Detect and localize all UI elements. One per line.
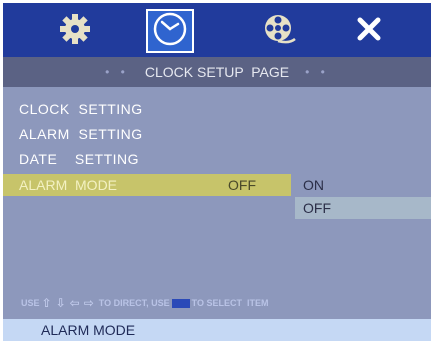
navigation-hint: USE ⇧ ⇩ ⇦ ⇨ TO DIRECT, USE TO SELECT ITE… xyxy=(3,293,431,313)
arrow-up-icon: ⇧ xyxy=(41,296,52,310)
icon-tab-bar xyxy=(3,3,431,57)
header-dots-left: • • xyxy=(105,65,129,79)
arrow-down-icon: ⇩ xyxy=(55,296,66,310)
menu-item-clock-setting[interactable]: CLOCK SETTING xyxy=(19,101,143,117)
arrow-right-icon: ⇨ xyxy=(83,296,94,310)
alarm-mode-value: OFF xyxy=(228,177,256,193)
header-dots-right: • • xyxy=(305,65,329,79)
option-on[interactable]: ON xyxy=(295,174,431,196)
tab-general-setup[interactable] xyxy=(51,9,99,53)
arrow-left-icon: ⇦ xyxy=(69,296,80,310)
hint-prefix: USE xyxy=(21,298,40,308)
clock-icon xyxy=(151,10,189,53)
film-reel-icon xyxy=(261,11,297,52)
page-title: CLOCK SETUP PAGE xyxy=(144,64,290,80)
alarm-mode-label: ALARM MODE xyxy=(19,177,118,193)
hint-middle: TO DIRECT, USE xyxy=(98,298,170,308)
status-text: ALARM MODE xyxy=(41,322,136,338)
enter-key-icon xyxy=(171,298,190,308)
gear-icon xyxy=(58,12,92,51)
menu-item-date-setting[interactable]: DATE SETTING xyxy=(19,151,139,167)
tab-exit[interactable] xyxy=(345,9,393,53)
menu-item-alarm-setting[interactable]: ALARM SETTING xyxy=(19,126,143,142)
status-bar: ALARM MODE xyxy=(3,319,431,341)
osd-screen: • • CLOCK SETUP PAGE • • CLOCK SETTING A… xyxy=(3,3,431,341)
menu-item-alarm-mode[interactable]: ALARM MODE OFF xyxy=(3,174,291,196)
hint-suffix: TO SELECT ITEM xyxy=(191,298,269,308)
tab-video-setup[interactable] xyxy=(255,9,303,53)
tab-clock-setup[interactable] xyxy=(146,9,194,53)
page-header: • • CLOCK SETUP PAGE • • xyxy=(3,57,431,87)
close-icon xyxy=(354,14,384,49)
option-off[interactable]: OFF xyxy=(295,197,431,219)
